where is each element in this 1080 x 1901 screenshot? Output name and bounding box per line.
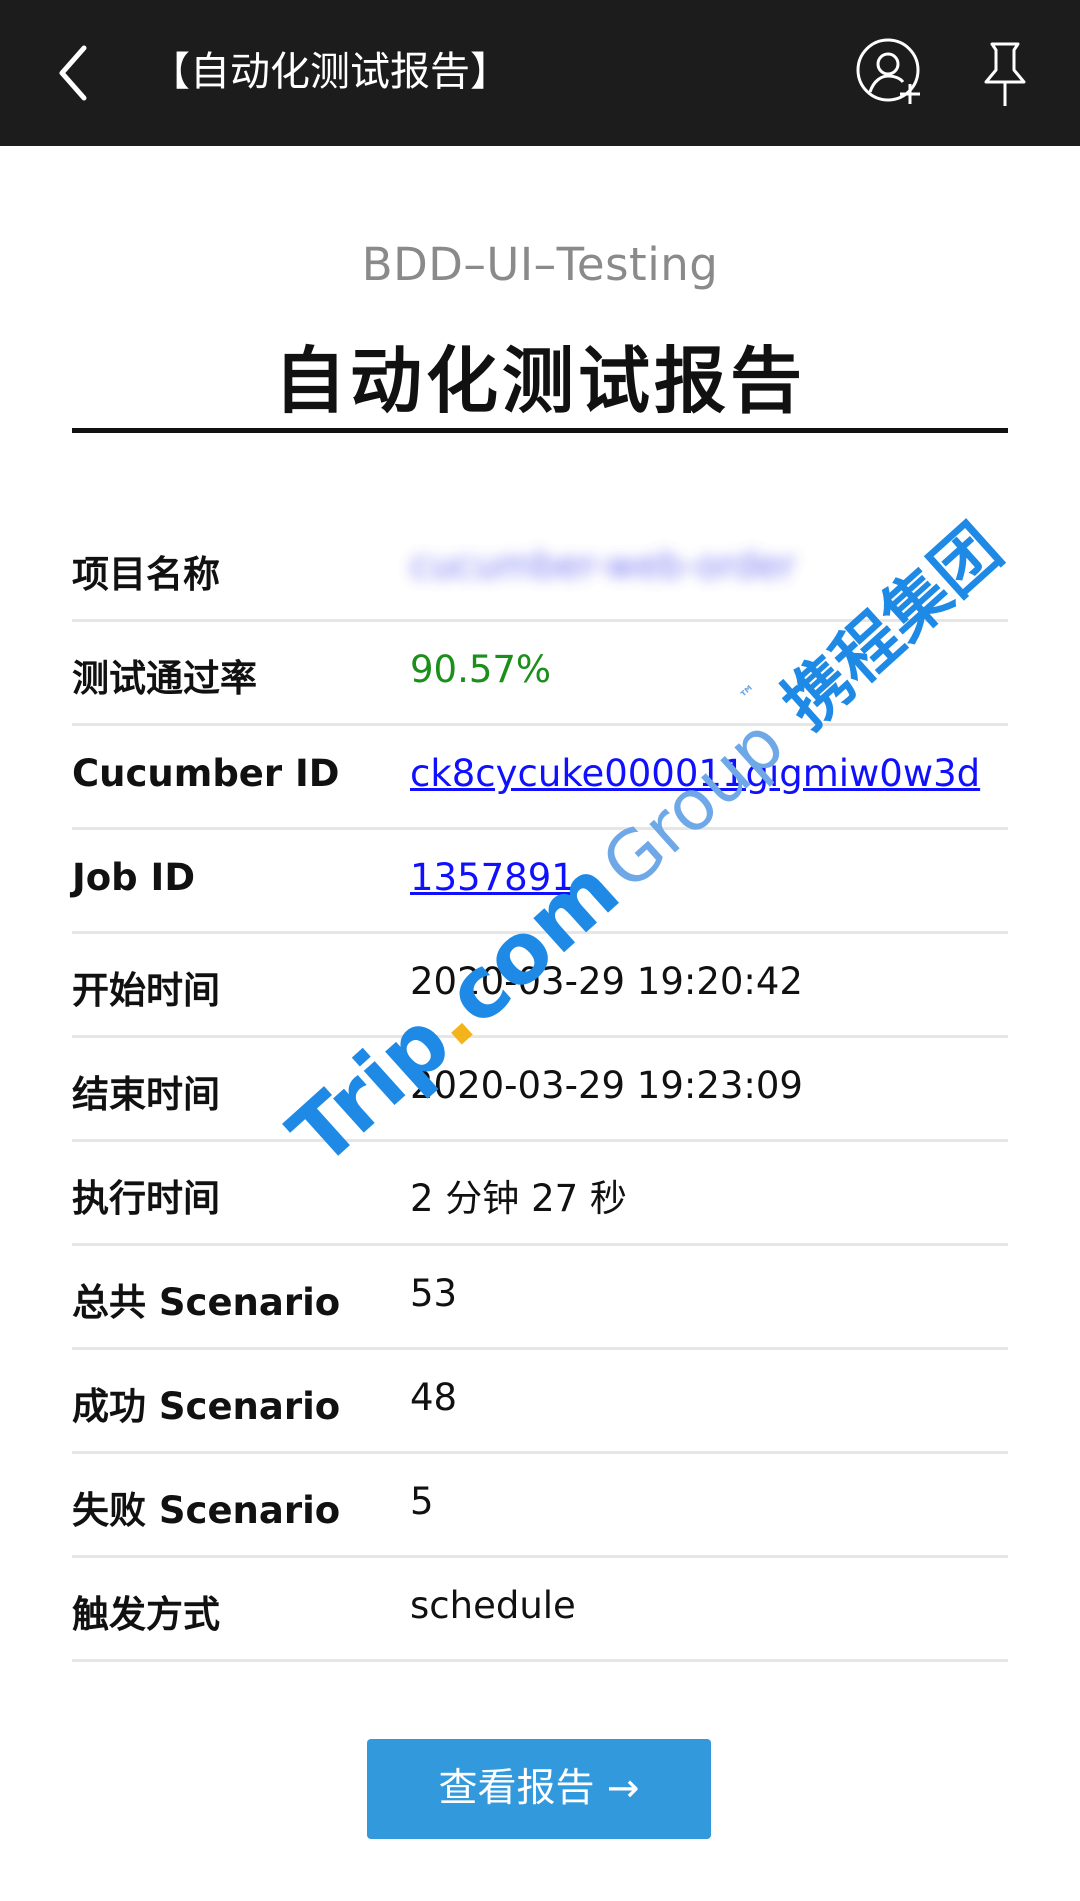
total-scenarios-value: 53 xyxy=(410,1272,458,1315)
pin-button[interactable] xyxy=(970,36,1040,112)
cucumber-id-link[interactable]: ck8cycuke000011gigmiw0w3d xyxy=(410,752,980,795)
row-label: 项目名称 xyxy=(72,553,220,596)
row-label: 成功 Scenario xyxy=(72,1385,341,1428)
view-report-button[interactable]: 查看报告 → xyxy=(367,1739,711,1839)
add-user-icon xyxy=(856,38,920,104)
row-label: 结束时间 xyxy=(72,1073,220,1116)
row-label: 执行时间 xyxy=(72,1177,220,1220)
row-label: 总共 Scenario xyxy=(72,1281,341,1324)
start-time-value: 2020-03-29 19:20:42 xyxy=(410,960,803,1003)
row-passed-scenarios: 成功 Scenario 48 xyxy=(72,1350,1008,1454)
row-label: Job ID xyxy=(72,856,196,899)
duration-value: 2 分钟 27 秒 xyxy=(410,1177,627,1220)
row-project-name: 项目名称 cucumber-web-order xyxy=(72,518,1008,622)
row-label: 测试通过率 xyxy=(72,657,257,700)
top-app-bar: 【自动化测试报告】 xyxy=(0,0,1080,146)
pin-icon xyxy=(984,42,1026,106)
row-label: 失败 Scenario xyxy=(72,1489,341,1532)
row-start-time: 开始时间 2020-03-29 19:20:42 xyxy=(72,934,1008,1038)
topbar-title: 【自动化测试报告】 xyxy=(150,49,510,95)
passed-scenarios-value: 48 xyxy=(410,1376,458,1419)
row-failed-scenarios: 失败 Scenario 5 xyxy=(72,1454,1008,1558)
row-end-time: 结束时间 2020-03-29 19:23:09 xyxy=(72,1038,1008,1142)
trigger-value: schedule xyxy=(410,1584,576,1627)
add-user-button[interactable] xyxy=(852,34,928,110)
row-pass-rate: 测试通过率 90.57% xyxy=(72,622,1008,726)
row-total-scenarios: 总共 Scenario 53 xyxy=(72,1246,1008,1350)
row-label: 触发方式 xyxy=(72,1593,220,1636)
row-job-id: Job ID 1357891 xyxy=(72,830,1008,934)
job-id-link[interactable]: 1357891 xyxy=(410,856,575,899)
report-title: 自动化测试报告 xyxy=(273,339,806,423)
row-cucumber-id: Cucumber ID ck8cycuke000011gigmiw0w3d xyxy=(72,726,1008,830)
end-time-value: 2020-03-29 19:23:09 xyxy=(410,1064,803,1107)
row-duration: 执行时间 2 分钟 27 秒 xyxy=(72,1142,1008,1246)
title-divider xyxy=(72,428,1008,433)
row-label: Cucumber ID xyxy=(72,752,340,795)
report-subtitle: BDD–UI–Testing xyxy=(361,238,719,291)
report-info-table: 项目名称 cucumber-web-order 测试通过率 90.57% Cuc… xyxy=(72,518,1008,1662)
pass-rate-value: 90.57% xyxy=(410,648,552,691)
row-label: 开始时间 xyxy=(72,969,220,1012)
project-name-value: cucumber-web-order xyxy=(410,544,796,587)
failed-scenarios-value: 5 xyxy=(410,1480,434,1523)
chevron-left-icon xyxy=(59,45,87,101)
row-trigger: 触发方式 schedule xyxy=(72,1558,1008,1662)
back-button[interactable] xyxy=(40,34,112,112)
